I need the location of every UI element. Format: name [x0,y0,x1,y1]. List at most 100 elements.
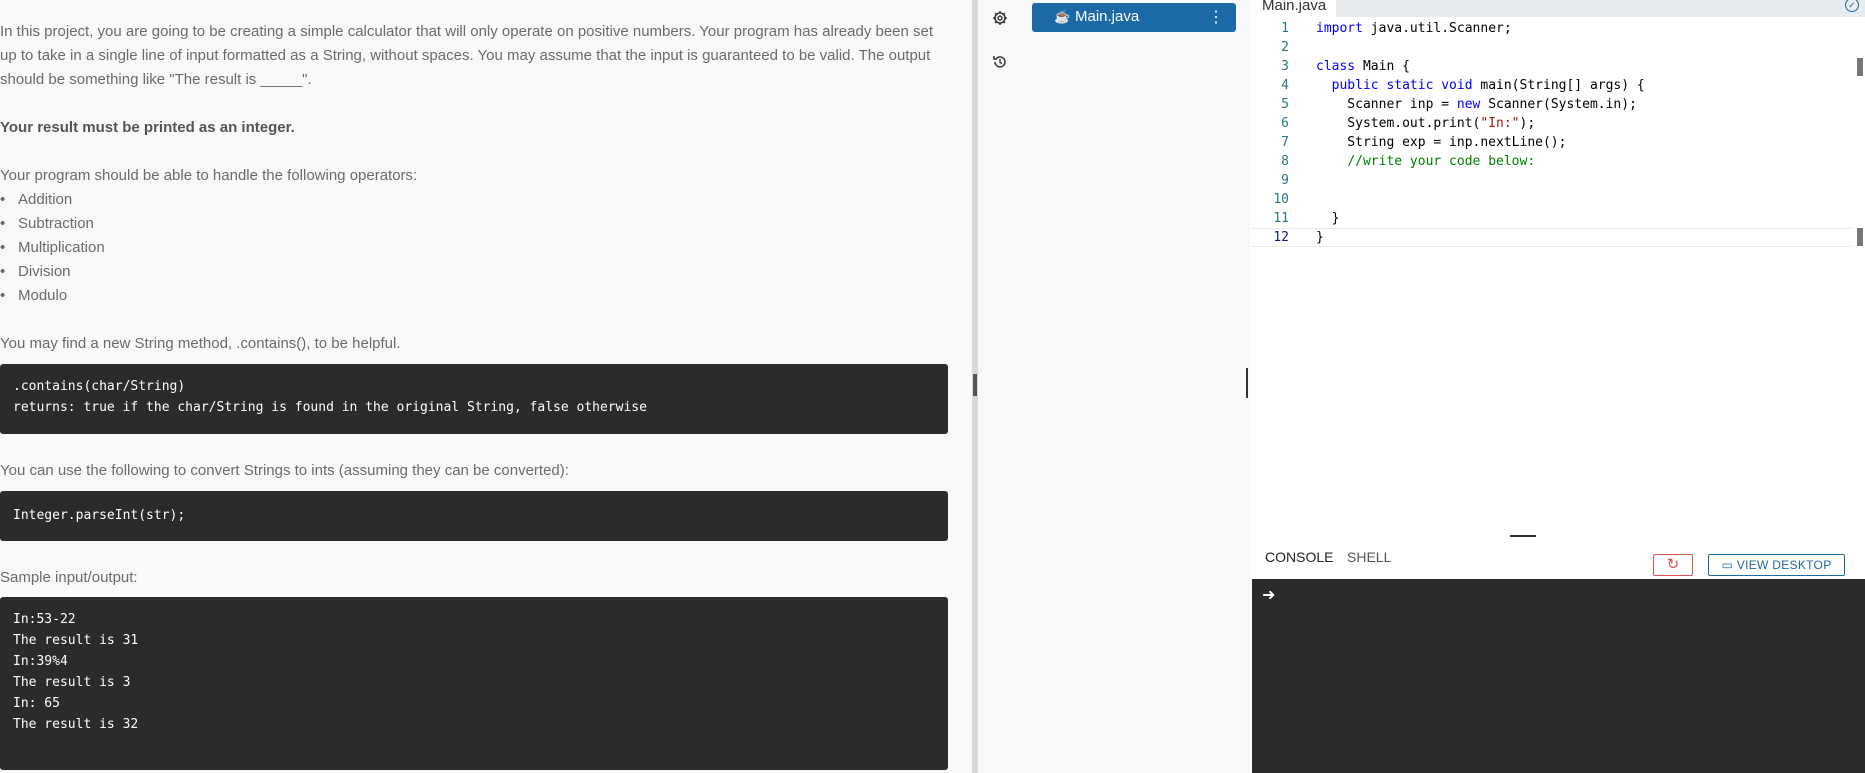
file-sidebar: ☕ Main.java ⋮ [978,0,1250,773]
console-tabs: CONSOLE SHELL ↻ ▭ VIEW DESKTOP [1252,543,1865,581]
operator-item: Multiplication [0,236,105,260]
integer-note: Your result must be printed as an intege… [0,119,295,136]
monitor-icon: ▭ [1721,558,1734,572]
code-line: .contains(char/String) [13,379,186,394]
code-line: The result is 32 [13,717,139,732]
code-token: System.out.print( [1316,116,1481,131]
code-line: In:39%4 [13,654,68,669]
code-token: } [1316,211,1340,226]
line-text[interactable]: System.out.print("In:"); [1316,114,1535,133]
code-line[interactable]: 9 [1252,171,1852,190]
scrollbar-thumb[interactable] [1857,228,1863,246]
convert-code-block: Integer.parseInt(str); [0,491,948,541]
prompt-arrow-icon: ➜ [1262,587,1276,604]
code-token: public static void [1331,78,1473,93]
code-line[interactable]: 1 import java.util.Scanner; [1252,19,1852,38]
code-line[interactable]: 12} [1252,228,1852,247]
file-item-main-java[interactable]: ☕ Main.java ⋮ [1032,3,1236,32]
history-icon[interactable] [990,54,1010,74]
convert-intro: You can use the following to convert Str… [0,462,569,479]
line-number: 10 [1273,192,1289,207]
code-token: Scanner(System.in); [1480,97,1637,112]
code-token: String exp = inp.nextLine(); [1316,135,1567,150]
code-line: Integer.parseInt(str); [13,508,186,523]
view-desktop-label: VIEW DESKTOP [1736,558,1832,572]
check-icon: ✓ [1845,0,1859,12]
code-line[interactable]: 3 class Main { [1252,57,1852,76]
terminal[interactable]: ➜ [1252,579,1865,773]
code-line[interactable]: 2 [1252,38,1852,57]
scrollbar-thumb[interactable] [1857,58,1863,76]
line-text[interactable]: import java.util.Scanner; [1316,19,1512,38]
intro-paragraph: In this project, you are going to be cre… [0,23,934,88]
line-number: 9 [1281,173,1289,188]
editor-tab-main-java[interactable]: Main.java [1252,0,1337,17]
line-number: 5 [1281,97,1289,112]
operator-item: Subtraction [0,212,105,236]
code-editor[interactable]: Main.java ✓ 1 import java.util.Scanner; 2 3… [1252,0,1865,535]
line-text[interactable]: class Main { [1316,57,1410,76]
tab-console[interactable]: CONSOLE [1265,549,1333,565]
code-lines[interactable]: 1 import java.util.Scanner; 2 3 class Main {… [1252,19,1852,247]
kebab-icon[interactable]: ⋮ [1208,7,1224,27]
instructions-panel: In this project, you are going to be cre… [0,0,972,773]
code-line: The result is 3 [13,675,131,690]
code-line: returns: true if the char/String is foun… [13,400,647,415]
line-number: 6 [1281,116,1289,131]
code-line[interactable]: 10 [1252,190,1852,209]
operator-item: Division [0,260,105,284]
code-line[interactable]: 5 Scanner inp = new Scanner(System.in); [1252,95,1852,114]
operators-list: Addition Subtraction Multiplication Divi… [0,188,105,308]
code-line[interactable]: 4 public static void main(String[] args)… [1252,76,1852,95]
gear-icon[interactable] [990,10,1010,30]
line-number: 3 [1281,59,1289,74]
code-token: //write your code below: [1347,154,1536,169]
code-token: import [1316,21,1363,36]
sample-intro: Sample input/output: [0,569,138,586]
code-line: In: 65 [13,696,60,711]
code-token: } [1316,230,1324,245]
contains-intro: You may find a new String method, .conta… [0,335,401,352]
operators-intro: Your program should be able to handle th… [0,167,418,184]
code-token: Main { [1355,59,1410,74]
code-token: java.util.Scanner; [1362,21,1512,36]
editor-splitter[interactable] [1246,368,1248,398]
line-number: 2 [1281,40,1289,55]
file-name: Main.java [1075,8,1140,25]
restart-icon: ↻ [1666,556,1680,573]
code-line[interactable]: 7 String exp = inp.nextLine(); [1252,133,1852,152]
code-line[interactable]: 8 //write your code below: [1252,152,1852,171]
code-token: ); [1519,116,1536,131]
code-token: Scanner inp = [1316,97,1457,112]
tab-shell[interactable]: SHELL [1347,549,1391,565]
code-token: class [1316,59,1356,74]
divider-handle[interactable] [973,374,977,396]
code-line: In:53-22 [13,612,76,627]
line-text[interactable]: Scanner inp = new Scanner(System.in); [1316,95,1637,114]
line-text[interactable]: } [1316,229,1324,246]
code-line[interactable]: 11 } [1252,209,1852,228]
line-number: 1 [1281,21,1289,36]
line-text[interactable]: String exp = inp.nextLine(); [1316,133,1566,152]
sample-code-block: In:53-22 The result is 31 In:39%4 The re… [0,597,948,770]
console-panel: CONSOLE SHELL ↻ ▭ VIEW DESKTOP ➜ [1252,535,1865,773]
code-line: The result is 31 [13,633,139,648]
editor-tab-strip: Main.java ✓ [1252,0,1865,17]
line-text[interactable]: //write your code below: [1316,152,1535,171]
console-resize-handle[interactable] [1510,535,1536,537]
code-token: new [1456,97,1481,112]
line-number: 4 [1281,78,1289,93]
line-text[interactable]: } [1316,209,1340,228]
line-number: 12 [1273,230,1289,245]
line-number: 8 [1281,154,1289,169]
java-icon: ☕ [1054,9,1071,24]
view-desktop-button[interactable]: ▭ VIEW DESKTOP [1708,554,1845,576]
line-number: 11 [1273,211,1289,226]
code-line[interactable]: 6 System.out.print("In:"); [1252,114,1852,133]
line-number: 7 [1281,135,1289,150]
contains-code-block: .contains(char/String) returns: true if … [0,364,948,434]
line-text[interactable]: public static void main(String[] args) { [1316,76,1645,95]
restart-button[interactable]: ↻ [1653,554,1693,576]
